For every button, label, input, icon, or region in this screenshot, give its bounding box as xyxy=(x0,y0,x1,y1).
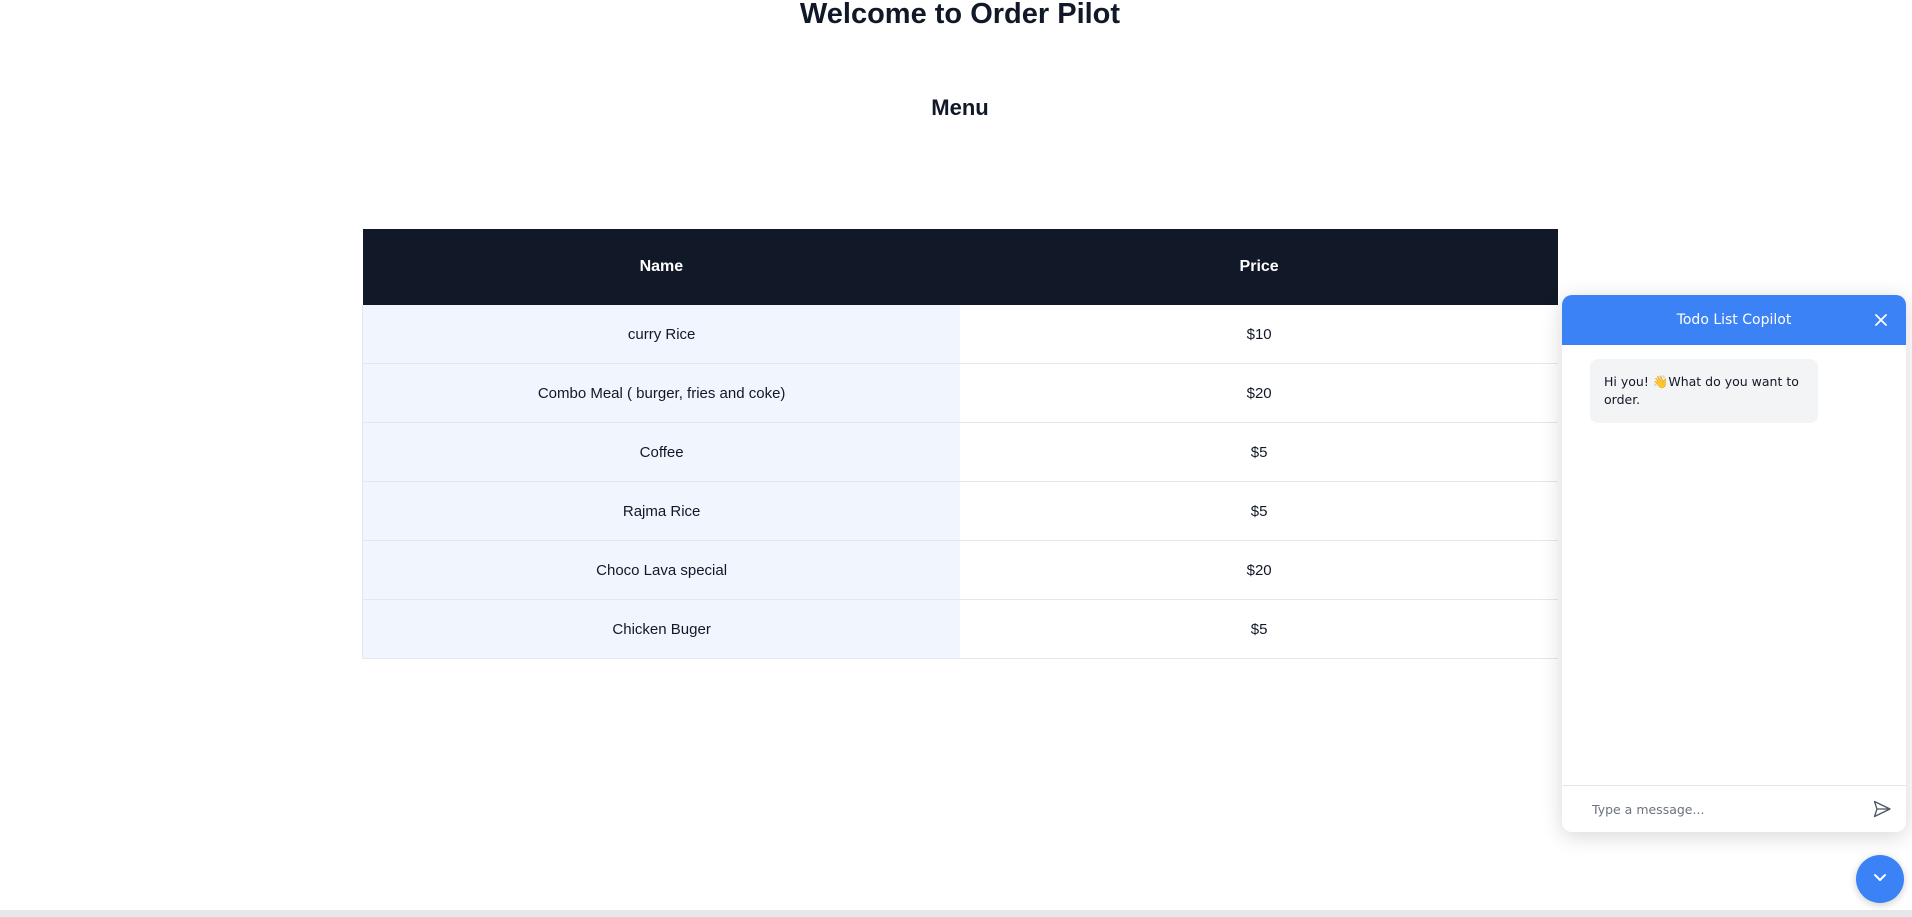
chat-messages: Hi you! 👋What do you want to order. xyxy=(1562,345,1906,785)
chat-toggle-button[interactable] xyxy=(1856,855,1904,903)
table-header-row: Name Price xyxy=(362,229,1558,305)
menu-heading: Menu xyxy=(931,95,989,120)
chat-header: Todo List Copilot xyxy=(1562,295,1906,345)
close-icon[interactable] xyxy=(1870,309,1892,331)
item-name: Choco Lava special xyxy=(362,540,961,600)
page-title: Welcome to Order Pilot xyxy=(799,0,1121,30)
chat-input-bar xyxy=(1562,785,1906,832)
message-input[interactable] xyxy=(1590,800,1870,818)
item-price: $20 xyxy=(960,363,1558,423)
item-name: Chicken Buger xyxy=(362,599,961,659)
item-price: $10 xyxy=(960,305,1558,364)
item-price: $5 xyxy=(960,422,1558,482)
column-header-price: Price xyxy=(960,229,1558,305)
assistant-message: Hi you! 👋What do you want to order. xyxy=(1590,359,1818,423)
column-header-name: Name xyxy=(362,229,961,305)
item-price: $5 xyxy=(960,481,1558,541)
table-row: curry Rice $10 xyxy=(362,305,1558,364)
item-name: curry Rice xyxy=(362,305,961,364)
table-row: Coffee $5 xyxy=(362,422,1558,482)
menu-table: Name Price curry Rice $10 Combo Meal ( b… xyxy=(362,229,1558,659)
item-price: $20 xyxy=(960,540,1558,600)
chat-window: Todo List Copilot Hi you! 👋What do you w… xyxy=(1562,295,1906,832)
table-row: Choco Lava special $20 xyxy=(362,540,1558,600)
item-name: Rajma Rice xyxy=(362,481,961,541)
item-price: $5 xyxy=(960,599,1558,659)
send-icon[interactable] xyxy=(1870,797,1894,821)
table-row: Chicken Buger $5 xyxy=(362,599,1558,659)
chevron-down-icon xyxy=(1870,867,1890,892)
table-row: Rajma Rice $5 xyxy=(362,481,1558,541)
horizontal-scrollbar[interactable] xyxy=(0,910,1912,917)
table-row: Combo Meal ( burger, fries and coke) $20 xyxy=(362,363,1558,423)
item-name: Coffee xyxy=(362,422,961,482)
chat-title: Todo List Copilot xyxy=(1676,312,1792,328)
item-name: Combo Meal ( burger, fries and coke) xyxy=(362,363,961,423)
